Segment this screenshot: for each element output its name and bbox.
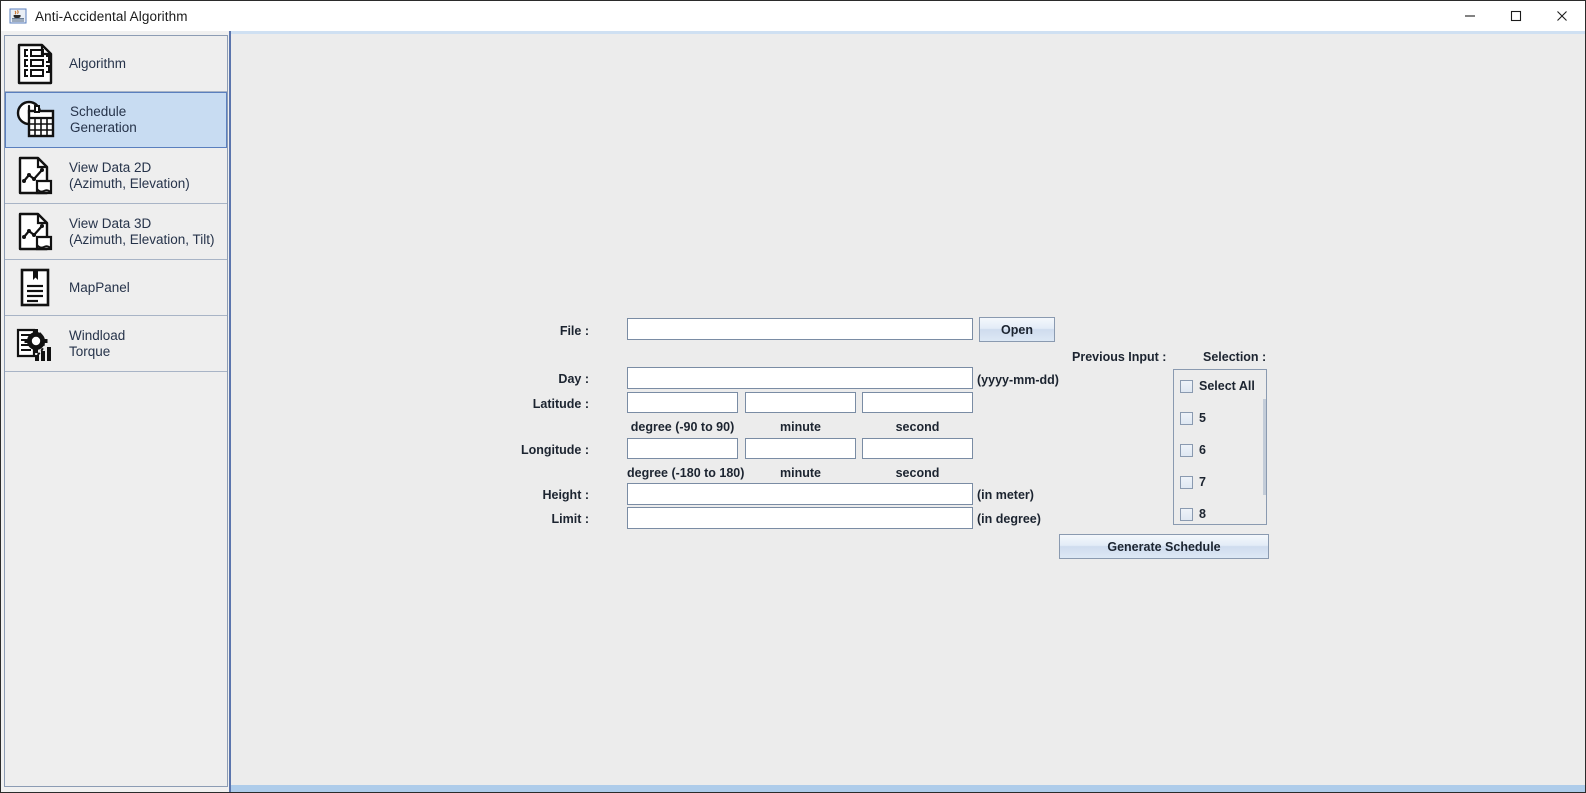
sidebar-item-algorithm[interactable]: Algorithm [5,36,227,92]
limit-input[interactable] [627,507,973,529]
checkbox-icon[interactable] [1180,475,1193,489]
selection-checkbox-list[interactable]: Select All 5 6 7 8 [1173,369,1267,525]
longitude-second-hint: second [895,466,940,480]
schedule-form: File : Open Day : (yyyy-mm-dd) Latitude … [231,34,1585,784]
sidebar-item-schedule-generation[interactable]: Schedule Generation [5,92,227,148]
height-label: Height : [542,488,589,502]
clock-calendar-icon [14,98,58,142]
window-content: Algorithm Schedule Generation View Data … [1,31,1585,792]
maximize-button[interactable] [1493,1,1539,31]
height-unit-hint: (in meter) [977,488,1034,502]
close-button[interactable] [1539,1,1585,31]
selection-scrollbar[interactable] [1263,399,1266,495]
sidebar-item-label: Schedule Generation [70,104,137,135]
latitude-degree-hint: degree (-90 to 90) [630,420,735,434]
day-format-hint: (yyyy-mm-dd) [977,373,1059,387]
title-bar: Anti-Accidental Algorithm [1,1,1585,31]
longitude-minute-hint: minute [780,466,821,480]
height-input[interactable] [627,483,973,505]
checkbox-icon[interactable] [1180,379,1193,393]
selection-item-label: 5 [1199,411,1206,425]
longitude-minute-input[interactable] [745,438,856,459]
java-coffee-cup-icon [9,7,27,25]
sidebar: Algorithm Schedule Generation View Data … [1,31,229,792]
sidebar-item-label: View Data 3D (Azimuth, Elevation, Tilt) [69,215,215,247]
sidebar-item-view-data-3d[interactable]: View Data 3D (Azimuth, Elevation, Tilt) [5,204,227,260]
selection-item-7[interactable]: 7 [1174,466,1266,498]
chart-document-icon [13,154,57,198]
selection-item-select-all[interactable]: Select All [1174,370,1266,402]
file-label: File : [559,324,589,338]
sidebar-item-view-data-2d[interactable]: View Data 2D (Azimuth, Elevation) [5,148,227,204]
bookmark-document-icon [13,266,57,310]
gear-documents-bar-chart-icon [13,322,57,366]
longitude-second-input[interactable] [862,438,973,459]
main-panel: File : Open Day : (yyyy-mm-dd) Latitude … [229,31,1585,792]
checkbox-icon[interactable] [1180,411,1193,425]
sidebar-item-mappanel[interactable]: MapPanel [5,260,227,316]
selection-item-5[interactable]: 5 [1174,402,1266,434]
selection-item-label: 6 [1199,443,1206,457]
sidebar-item-label: Algorithm [69,55,127,71]
minimize-button[interactable] [1447,1,1493,31]
previous-input-label: Previous Input : [1072,350,1167,364]
algorithm-flowchart-document-icon [13,42,57,86]
selection-item-8[interactable]: 8 [1174,498,1266,524]
chart-document-icon [13,210,57,254]
generate-schedule-button[interactable]: Generate Schedule [1059,534,1269,559]
latitude-minute-input[interactable] [745,392,856,413]
latitude-label: Latitude : [532,397,589,411]
selection-item-label: 8 [1199,507,1206,521]
latitude-degree-input[interactable] [627,392,738,413]
selection-item-label: Select All [1199,379,1255,393]
selection-item-label: 7 [1199,475,1206,489]
longitude-degree-hint: degree (-180 to 180) [627,466,745,480]
sidebar-item-label: Windload Torque [69,327,126,359]
sidebar-item-windload-torque[interactable]: Windload Torque [5,316,227,372]
limit-label: Limit : [551,512,590,526]
latitude-second-hint: second [895,420,940,434]
longitude-degree-input[interactable] [627,438,738,459]
latitude-minute-hint: minute [780,420,821,434]
sidebar-nav-list: Algorithm Schedule Generation View Data … [4,35,228,787]
window-controls [1447,1,1585,31]
day-input[interactable] [627,367,973,389]
selection-label: Selection : [1203,350,1267,364]
latitude-second-input[interactable] [862,392,973,413]
day-label: Day : [558,372,589,386]
checkbox-icon[interactable] [1180,443,1193,457]
application-window: Anti-Accidental Algorithm Algorithm Sche… [0,0,1586,793]
limit-unit-hint: (in degree) [977,512,1041,526]
sidebar-item-label: MapPanel [69,279,130,295]
checkbox-icon[interactable] [1180,507,1193,521]
file-input[interactable] [627,318,973,340]
longitude-label: Longitude : [520,443,589,457]
sidebar-item-label: View Data 2D (Azimuth, Elevation) [69,159,190,191]
window-title: Anti-Accidental Algorithm [35,8,188,24]
selection-item-6[interactable]: 6 [1174,434,1266,466]
open-button[interactable]: Open [979,317,1055,342]
schedule-generation-panel: File : Open Day : (yyyy-mm-dd) Latitude … [231,31,1585,792]
